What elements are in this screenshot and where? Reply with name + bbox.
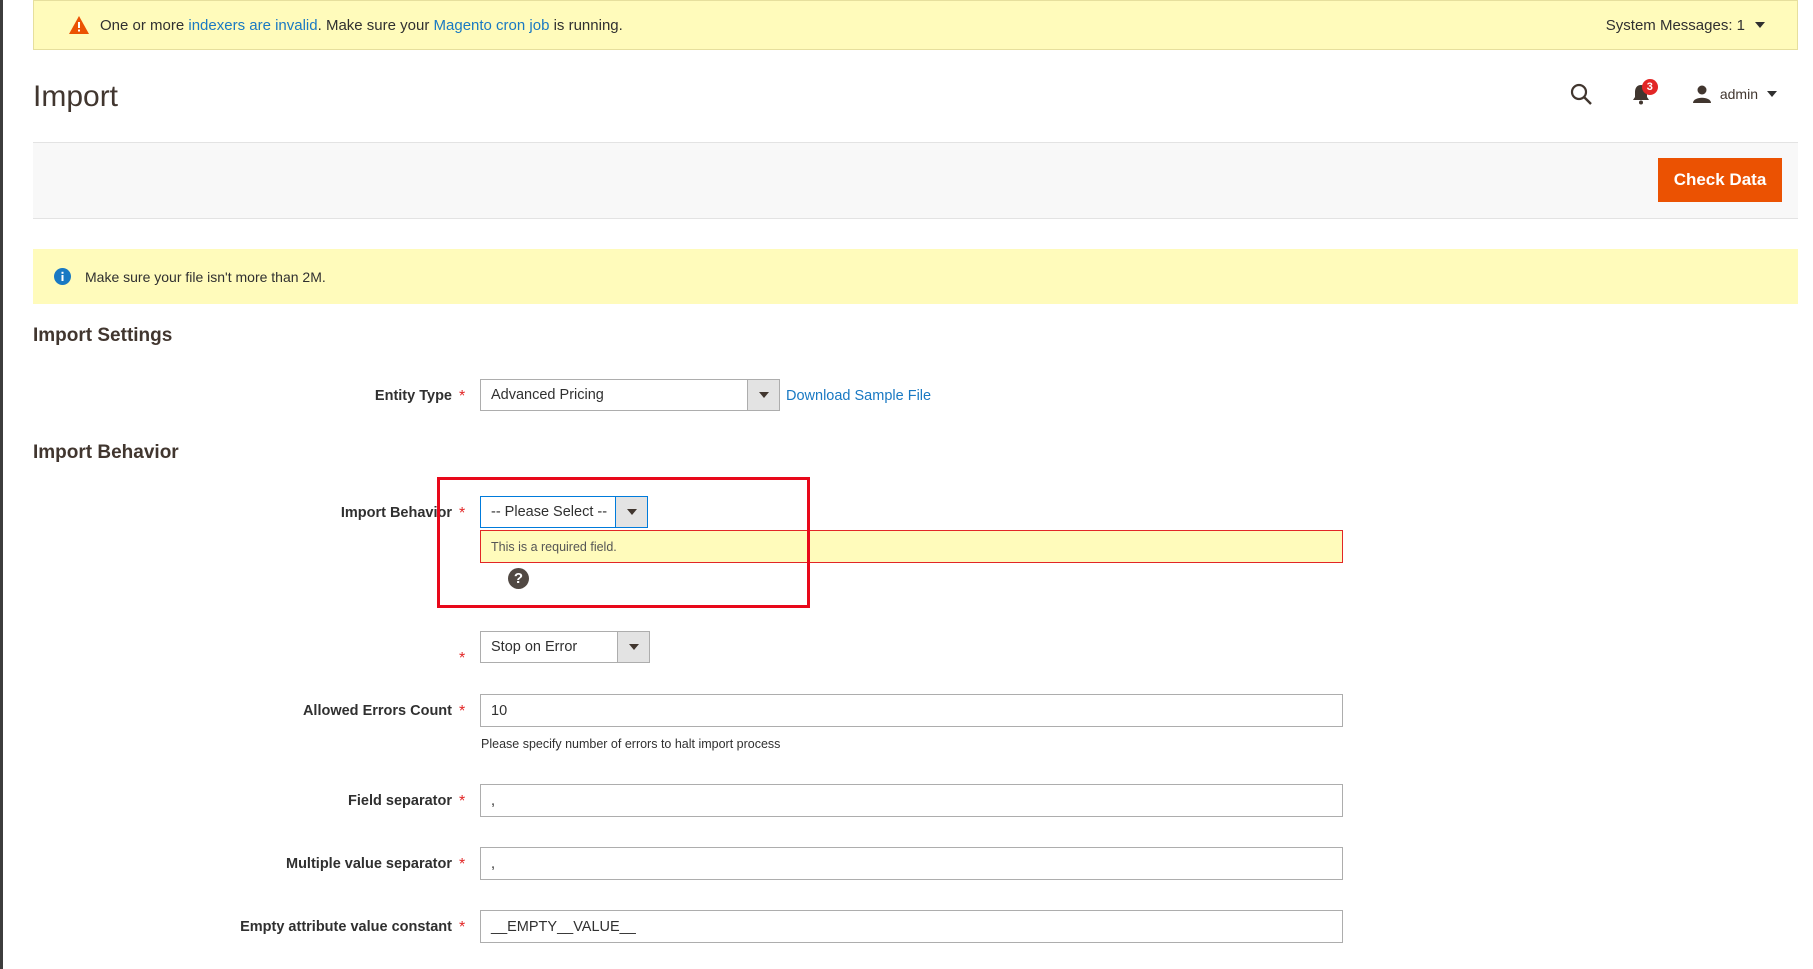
allowed-errors-input[interactable]: 10 bbox=[480, 694, 1343, 727]
required-marker: * bbox=[459, 793, 466, 810]
system-message-post: is running. bbox=[549, 16, 623, 34]
system-message-mid: . Make sure your bbox=[317, 16, 434, 34]
notifications-button[interactable]: 3 bbox=[1631, 79, 1658, 105]
chevron-down-icon bbox=[1767, 91, 1777, 97]
entity-type-label: Entity Type bbox=[374, 388, 452, 404]
allowed-errors-note: Please specify number of errors to halt … bbox=[481, 737, 781, 751]
allowed-errors-label: Allowed Errors Count bbox=[302, 703, 452, 719]
system-messages-toggle[interactable]: System Messages: 1 bbox=[1606, 17, 1765, 34]
file-size-notice: Make sure your file isn't more than 2M. bbox=[33, 249, 1798, 304]
multiple-value-separator-input[interactable]: , bbox=[480, 847, 1343, 880]
system-message-bar: One or more indexers are invalid. Make s… bbox=[33, 0, 1798, 50]
search-icon[interactable] bbox=[1569, 82, 1593, 106]
page-title: Import bbox=[33, 80, 119, 113]
dropdown-arrow-icon bbox=[747, 380, 779, 410]
indexers-link[interactable]: indexers are invalid bbox=[188, 17, 317, 34]
notice-text: Make sure your file isn't more than 2M. bbox=[85, 268, 326, 285]
chevron-down-icon bbox=[1755, 22, 1765, 28]
check-data-button[interactable]: Check Data bbox=[1658, 158, 1782, 202]
info-icon bbox=[54, 268, 71, 285]
import-behavior-title: Import Behavior bbox=[33, 442, 179, 463]
download-sample-link[interactable]: Download Sample File bbox=[786, 388, 931, 404]
empty-attribute-constant-input[interactable]: __EMPTY__VALUE__ bbox=[480, 910, 1343, 943]
multiple-value-separator-label: Multiple value separator bbox=[286, 856, 452, 872]
required-marker: * bbox=[459, 388, 466, 405]
system-message-text: One or more indexers are invalid. Make s… bbox=[100, 17, 623, 34]
entity-type-select[interactable]: Advanced Pricing bbox=[480, 379, 780, 411]
empty-attribute-constant-label: Empty attribute value constant bbox=[240, 919, 452, 935]
system-messages-label: System Messages: 1 bbox=[1605, 16, 1745, 34]
user-icon bbox=[1692, 85, 1711, 103]
dropdown-arrow-icon bbox=[617, 632, 649, 662]
import-behavior-label: Import Behavior bbox=[340, 505, 452, 521]
required-marker: * bbox=[459, 703, 466, 720]
page-actions-bar: Check Data bbox=[33, 142, 1798, 219]
warning-icon bbox=[69, 16, 89, 34]
notifications-badge: 3 bbox=[1641, 79, 1658, 95]
system-message-pre: One or more bbox=[100, 16, 189, 34]
validation-strategy-value: Stop on Error bbox=[491, 639, 578, 655]
field-separator-input[interactable]: , bbox=[480, 784, 1343, 817]
header-actions: 3 admin bbox=[1569, 79, 1777, 106]
validation-strategy-select[interactable]: Stop on Error bbox=[480, 631, 650, 663]
cron-job-link[interactable]: Magento cron job bbox=[434, 17, 550, 34]
highlight-box bbox=[437, 477, 810, 608]
window-edge bbox=[0, 0, 3, 969]
import-settings-title: Import Settings bbox=[33, 325, 173, 346]
field-separator-label: Field separator bbox=[348, 793, 452, 809]
entity-type-value: Advanced Pricing bbox=[491, 387, 604, 403]
required-marker: * bbox=[459, 919, 466, 936]
user-name: admin bbox=[1719, 86, 1758, 102]
required-marker: * bbox=[459, 650, 466, 667]
user-menu[interactable]: admin bbox=[1692, 85, 1777, 103]
required-marker: * bbox=[459, 856, 466, 873]
